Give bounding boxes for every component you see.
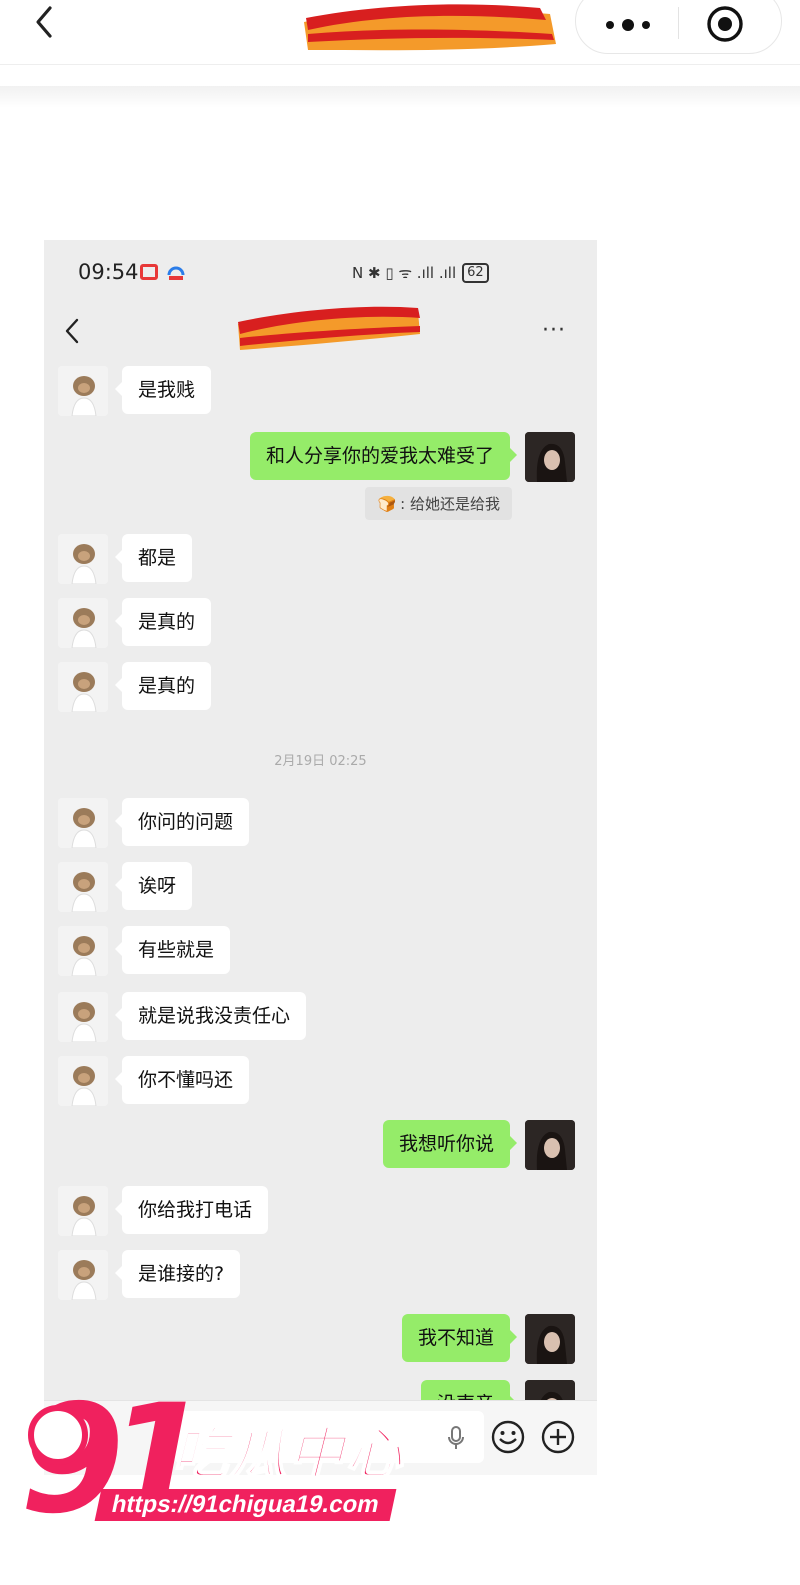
status-bar: 09:54 N ✱ ▯ ᯤ .ıll .ıll 62 [44, 240, 597, 300]
contact-avatar[interactable] [58, 862, 108, 912]
received-message-bubble[interactable]: 就是说我没责任心 [114, 992, 307, 1040]
plus-circle-icon[interactable] [540, 1419, 576, 1455]
received-message-bubble[interactable]: 有些就是 [114, 926, 231, 974]
topbar-divider [0, 64, 800, 65]
quoted-reply-text: : 给她还是给我 [400, 495, 500, 513]
chat-more-button[interactable]: ··· [542, 318, 566, 343]
watermark-name: 吃瓜中心 [171, 1421, 404, 1488]
microphone-icon[interactable] [446, 1425, 466, 1451]
topbar-shadow [0, 86, 800, 108]
contact-avatar[interactable] [58, 1250, 108, 1300]
contact-avatar[interactable] [58, 366, 108, 416]
sent-message-bubble[interactable]: 我不知道 [401, 1314, 518, 1362]
watermark-url: https://91chigua19.com [94, 1489, 397, 1521]
speaker-icon [28, 1405, 88, 1465]
received-message-bubble[interactable]: 是谁接的? [114, 1250, 241, 1298]
received-message-bubble[interactable]: 是真的 [114, 662, 212, 710]
capsule-divider [678, 7, 679, 39]
received-message-bubble[interactable]: 是真的 [114, 598, 212, 646]
contact-avatar[interactable] [58, 798, 108, 848]
self-avatar[interactable] [525, 432, 575, 482]
status-time: 09:54 [78, 260, 139, 284]
battery-icon: 62 [462, 263, 489, 283]
target-circle-icon[interactable] [706, 5, 744, 43]
sent-message-bubble[interactable]: 我想听你说 [382, 1120, 518, 1168]
emoji-smile-icon[interactable] [490, 1419, 526, 1455]
contact-avatar[interactable] [58, 1186, 108, 1236]
quoted-reply[interactable]: 🍞: 给她还是给我 [365, 487, 512, 520]
received-message-bubble[interactable]: 你问的问题 [114, 798, 250, 846]
notification-icon [140, 264, 158, 280]
received-message-bubble[interactable]: 诶呀 [114, 862, 193, 910]
status-icons: N ✱ ▯ ᯤ .ıll .ıll 62 [352, 262, 489, 284]
self-avatar[interactable] [525, 1120, 575, 1170]
contact-avatar[interactable] [58, 1056, 108, 1106]
received-message-bubble[interactable]: 都是 [114, 534, 193, 582]
contact-avatar[interactable] [58, 992, 108, 1042]
redacted-title-scribble [304, 4, 556, 51]
watermark-logo: 91 吃瓜中心 https://91chigua19.com [20, 1385, 420, 1555]
received-message-bubble[interactable]: 你不懂吗还 [114, 1056, 250, 1104]
chevron-left-icon[interactable] [26, 2, 66, 42]
contact-avatar[interactable] [58, 662, 108, 712]
sent-message-bubble[interactable]: 和人分享你的爱我太难受了 [249, 432, 518, 480]
mini-program-topbar [0, 0, 800, 64]
chevron-left-icon[interactable] [62, 316, 82, 346]
contact-avatar[interactable] [58, 598, 108, 648]
chat-screenshot: 09:54 N ✱ ▯ ᯤ .ıll .ıll 62 ··· 是我贱 和人分享你的… [44, 240, 597, 1475]
chat-header: ··· [44, 300, 597, 364]
contact-avatar[interactable] [58, 534, 108, 584]
app-notification-icon [167, 266, 185, 280]
self-avatar[interactable] [525, 1314, 575, 1364]
contact-avatar[interactable] [58, 926, 108, 976]
received-message-bubble[interactable]: 你给我打电话 [114, 1186, 269, 1234]
received-message-bubble[interactable]: 是我贱 [114, 366, 212, 414]
more-dots-icon[interactable] [598, 7, 658, 37]
message-timestamp: 2月19日 02:25 [274, 754, 367, 769]
status-right-icons: N ✱ ▯ ᯤ .ıll .ıll [352, 264, 457, 282]
bread-emoji-icon: 🍞 [377, 495, 397, 513]
capsule-menu [575, 0, 782, 54]
redacted-contact-name [238, 306, 420, 350]
